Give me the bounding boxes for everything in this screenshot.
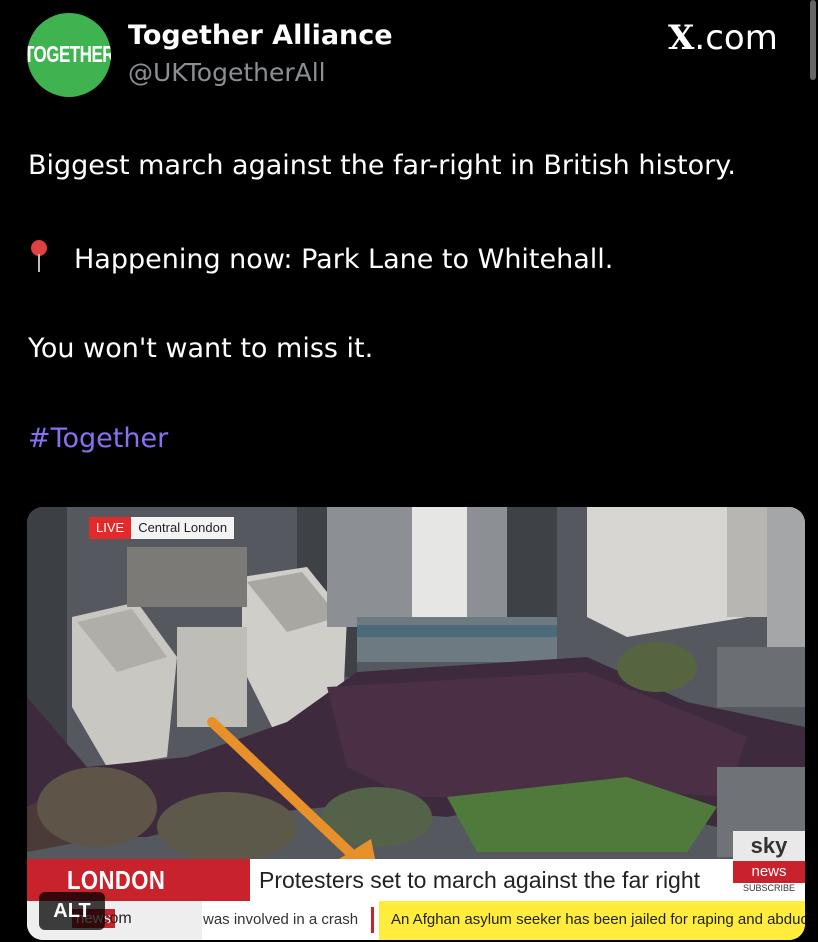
ticker-divider	[371, 907, 374, 933]
ticker-crash-text: was involved in a crash	[203, 911, 359, 928]
account-avatar[interactable]: TOGETHER	[27, 13, 111, 97]
news-lower-third: LONDON MARCH Protesters set to march aga…	[27, 831, 805, 926]
tweet-text-line-1: Biggest march against the far-right in B…	[28, 150, 736, 181]
round-pushpin-icon	[28, 240, 50, 274]
x-logo-icon: X	[668, 18, 695, 58]
site-domain: .com	[694, 18, 778, 58]
site-label: X.com	[668, 18, 778, 58]
tweet-media-image[interactable]: LIVE Central London LONDON MARCH Protest…	[27, 507, 805, 940]
scrollbar-thumb[interactable]	[810, 0, 816, 80]
news-ticker-bar: news .com was involved in a crash An Afg…	[27, 901, 805, 940]
hashtag-link[interactable]: #Together	[28, 423, 168, 454]
subscribe-label: SUBSCRIBE	[742, 883, 795, 893]
alt-text-button[interactable]: ALT	[39, 892, 105, 930]
tweet-text-line-2-text: Happening now: Park Lane to Whitehall.	[74, 244, 614, 275]
account-handle[interactable]: @UKTogetherAll	[128, 58, 326, 87]
sky-logo-text: sky	[733, 831, 805, 861]
account-name[interactable]: Together Alliance	[128, 20, 393, 51]
tweet-header: TOGETHER Together Alliance @UKTogetherAl…	[0, 0, 818, 120]
tweet-text-line-2: Happening now: Park Lane to Whitehall.	[28, 240, 613, 275]
tweet-text-line-3: You won't want to miss it.	[28, 333, 374, 364]
live-badge: LIVE	[89, 517, 132, 539]
news-logo-text: news	[733, 861, 805, 883]
ticker-yellow-text: An Afghan asylum seeker has been jailed …	[391, 911, 805, 928]
live-location: Central London	[131, 517, 235, 539]
avatar-logo-text: TOGETHER	[27, 41, 111, 68]
ticker-yellow-box: An Afghan asylum seeker has been jailed …	[379, 901, 805, 940]
live-indicator: LIVE Central London	[89, 517, 235, 539]
ticker-headline: Protesters set to march against the far …	[259, 867, 701, 893]
